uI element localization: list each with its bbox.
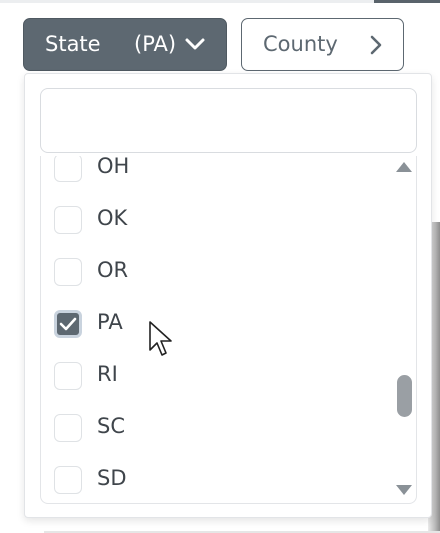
checkbox[interactable] — [54, 414, 82, 442]
checkbox[interactable] — [54, 362, 82, 390]
state-option-label: OH — [97, 156, 130, 178]
county-filter-button[interactable]: County — [241, 18, 404, 71]
mouse-pointer-icon — [149, 321, 172, 356]
state-option-label: RI — [97, 362, 118, 386]
state-search-input[interactable] — [40, 88, 417, 153]
state-options-list[interactable]: OH OK OR PA RI SC SD — [40, 156, 417, 504]
state-option-ok[interactable]: OK — [41, 195, 391, 245]
state-dropdown-panel: OH OK OR PA RI SC SD — [24, 73, 432, 518]
state-option-pa[interactable]: PA — [41, 299, 391, 349]
state-option-oh[interactable]: OH — [41, 156, 391, 193]
state-filter-selected-value: (PA) — [134, 32, 177, 56]
checkmark-icon — [59, 317, 77, 331]
checkbox[interactable] — [54, 258, 82, 286]
state-option-sc[interactable]: SC — [41, 403, 391, 453]
checkbox[interactable] — [54, 206, 82, 234]
checkbox[interactable] — [54, 466, 82, 494]
state-option-label: OK — [97, 206, 128, 230]
triangle-down-icon[interactable] — [396, 485, 412, 495]
state-filter-button[interactable]: State (PA) — [23, 18, 227, 71]
state-option-ri[interactable]: RI — [41, 351, 391, 401]
page-top-accent — [374, 0, 440, 3]
checkbox[interactable] — [54, 156, 82, 182]
county-filter-label: County — [263, 32, 338, 56]
state-option-label: SC — [97, 414, 125, 438]
checkbox-checked[interactable] — [54, 310, 82, 338]
state-filter-label: State — [45, 32, 101, 56]
chevron-right-icon — [370, 35, 382, 55]
chevron-down-icon — [185, 38, 205, 50]
state-option-sd[interactable]: SD — [41, 455, 391, 503]
scrollbar-thumb[interactable] — [397, 375, 412, 417]
triangle-up-icon[interactable] — [396, 162, 412, 172]
state-option-label: OR — [97, 258, 129, 282]
state-option-label: SD — [97, 466, 127, 490]
state-option-or[interactable]: OR — [41, 247, 391, 297]
state-option-label: PA — [97, 310, 123, 334]
